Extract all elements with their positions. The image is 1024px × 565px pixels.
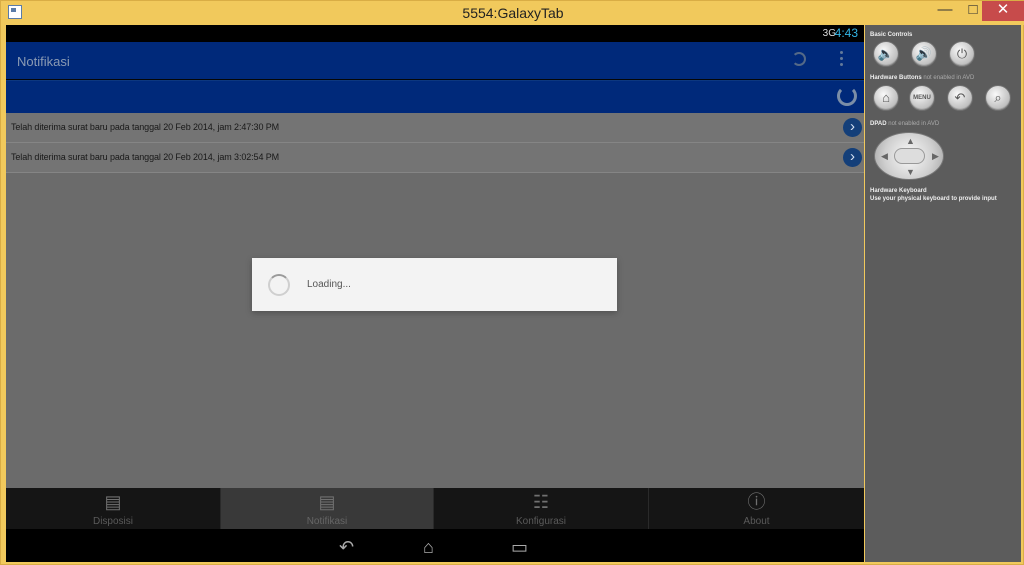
- database-settings-icon: ☷: [532, 492, 550, 512]
- status-time: 4:43: [834, 26, 858, 40]
- volume-up-icon[interactable]: 🔊: [911, 41, 937, 67]
- emulator-window: 5554:GalaxyTab — □ ✕ 3G 4:43 Notifikasi …: [0, 0, 1024, 565]
- tab-konfigurasi[interactable]: ☷ Konfigurasi: [434, 488, 649, 529]
- list-item[interactable]: Telah diterima surat baru pada tanggal 2…: [6, 143, 864, 173]
- loading-dialog: Loading...: [252, 258, 617, 311]
- refresh-icon[interactable]: [837, 86, 857, 106]
- android-status-bar: 3G 4:43: [6, 25, 864, 42]
- search-icon[interactable]: ⌕: [985, 85, 1011, 111]
- loading-spinner-icon: [268, 274, 290, 296]
- bottom-tab-bar: ▤ Disposisi ▤ Notifikasi ☷ Konfigurasi ⓘ…: [6, 488, 864, 529]
- close-button[interactable]: ✕: [982, 1, 1024, 21]
- recent-apps-icon[interactable]: ▭: [511, 537, 528, 558]
- chevron-right-icon[interactable]: ›: [843, 118, 862, 137]
- info-icon: ⓘ: [747, 492, 766, 512]
- dpad-up-icon[interactable]: ▲: [906, 136, 915, 146]
- android-screen: 3G 4:43 Notifikasi Telah diterima surat …: [6, 25, 864, 562]
- refresh-bar: [6, 80, 864, 113]
- loading-text: Loading...: [307, 279, 351, 290]
- back-button[interactable]: ↶: [947, 85, 973, 111]
- window-titlebar: 5554:GalaxyTab — □ ✕: [1, 1, 1024, 25]
- tab-label: About: [743, 516, 770, 527]
- hardware-buttons-label: Hardware Buttons not enabled in AVD: [870, 75, 975, 81]
- tab-label: Notifikasi: [306, 516, 348, 527]
- notification-text: Telah diterima surat baru pada tanggal 2…: [11, 122, 280, 132]
- keyboard-note: Use your physical keyboard to provide in…: [870, 196, 997, 202]
- menu-button[interactable]: MENU: [909, 85, 935, 111]
- tab-label: Konfigurasi: [515, 516, 567, 527]
- page-title: Notifikasi: [17, 54, 70, 69]
- basic-controls-label: Basic Controls: [870, 32, 913, 38]
- power-icon[interactable]: ⏻: [949, 41, 975, 67]
- window-title: 5554:GalaxyTab: [462, 5, 564, 21]
- home-icon[interactable]: ⌂: [423, 537, 434, 558]
- back-icon[interactable]: ↶: [339, 537, 354, 558]
- notification-text: Telah diterima surat baru pada tanggal 2…: [11, 152, 280, 162]
- document-edit-icon: ▤: [104, 492, 122, 512]
- android-navigation-bar: ↶ ⌂ ▭: [6, 529, 864, 562]
- dpad-label: DPAD not enabled in AVD: [870, 121, 940, 127]
- emulator-controls-panel: Basic Controls 🔈 🔊 ⏻ Hardware Buttons no…: [865, 25, 1021, 562]
- dpad-right-icon[interactable]: ▶: [932, 151, 939, 162]
- dpad-control[interactable]: ▲ ▼ ◀ ▶: [874, 132, 944, 180]
- action-bar: Notifikasi: [6, 42, 864, 79]
- dpad-left-icon[interactable]: ◀: [881, 151, 888, 162]
- dpad-down-icon[interactable]: ▼: [906, 167, 915, 177]
- list-item[interactable]: Telah diterima surat baru pada tanggal 2…: [6, 113, 864, 143]
- tab-disposisi[interactable]: ▤ Disposisi: [6, 488, 221, 529]
- sync-icon[interactable]: [792, 52, 806, 66]
- volume-down-icon[interactable]: 🔈: [873, 41, 899, 67]
- tab-label: Disposisi: [92, 516, 133, 527]
- home-button[interactable]: ⌂: [873, 85, 899, 111]
- overflow-menu-icon[interactable]: [840, 51, 844, 69]
- chevron-right-icon[interactable]: ›: [843, 148, 862, 167]
- dpad-center-button[interactable]: [894, 148, 925, 164]
- notification-list-icon: ▤: [318, 492, 336, 512]
- hardware-keyboard-label: Hardware Keyboard: [870, 188, 927, 194]
- tab-notifikasi[interactable]: ▤ Notifikasi: [221, 488, 434, 529]
- tab-about[interactable]: ⓘ About: [649, 488, 864, 529]
